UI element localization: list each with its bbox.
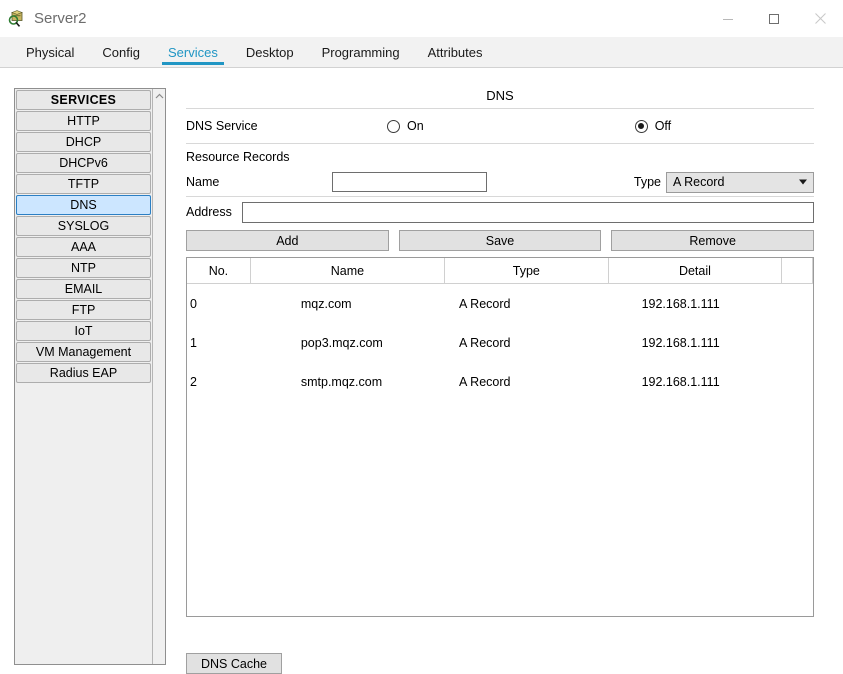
sidebar-item-syslog[interactable]: SYSLOG (16, 216, 151, 236)
records-table-container[interactable]: No. Name Type Detail 0 mqz.com A Record … (186, 257, 814, 617)
radio-checked-icon (634, 119, 648, 133)
tab-programming[interactable]: Programming (308, 37, 414, 67)
dns-service-row: DNS Service On Off (186, 109, 814, 143)
column-header-type[interactable]: Type (444, 258, 609, 284)
table-header-row: No. Name Type Detail (187, 258, 813, 284)
sidebar-item-email[interactable]: EMAIL (16, 279, 151, 299)
cell-type: A Record (459, 374, 511, 389)
close-icon[interactable] (797, 0, 843, 37)
add-button[interactable]: Add (186, 230, 389, 251)
tab-config[interactable]: Config (88, 37, 154, 67)
sidebar-item-tftp[interactable]: TFTP (16, 174, 151, 194)
sidebar-scrollbar[interactable] (152, 89, 165, 664)
type-select[interactable]: A Record (666, 171, 814, 193)
remove-button[interactable]: Remove (611, 230, 815, 251)
address-row: Address (186, 197, 814, 227)
cell-no: 0 (190, 296, 197, 311)
tab-attributes-label: Attributes (427, 44, 483, 60)
cell-type: A Record (459, 296, 511, 311)
dns-service-on-label: On (407, 119, 424, 133)
resource-records-label: Resource Records (186, 150, 290, 164)
dns-service-radio-group: On Off (387, 119, 814, 133)
address-label: Address (186, 205, 232, 219)
chevron-down-icon (799, 179, 807, 185)
chevron-up-icon[interactable] (153, 89, 166, 103)
dns-service-label: DNS Service (186, 119, 258, 133)
cell-detail: 192.168.1.111 (641, 335, 720, 350)
cell-spacer (782, 362, 813, 401)
cell-name: mqz.com (300, 296, 352, 311)
tab-programming-label: Programming (321, 44, 400, 60)
sidebar-item-radius-eap[interactable]: Radius EAP (16, 363, 151, 383)
minimize-icon[interactable] (705, 0, 751, 37)
sidebar-header: SERVICES (16, 90, 151, 110)
tab-desktop-label: Desktop (245, 44, 294, 60)
sidebar-item-aaa[interactable]: AAA (16, 237, 151, 257)
dns-service-on-radio[interactable]: On (387, 119, 424, 133)
dns-cache-button[interactable]: DNS Cache (186, 653, 282, 674)
cell-spacer (782, 323, 813, 362)
sidebar-item-dns[interactable]: DNS (16, 195, 151, 215)
tab-services[interactable]: Services (154, 37, 232, 67)
sidebar-item-http[interactable]: HTTP (16, 111, 151, 131)
tab-physical[interactable]: Physical (12, 37, 88, 67)
records-table: No. Name Type Detail 0 mqz.com A Record … (187, 258, 813, 401)
column-header-name[interactable]: Name (250, 258, 446, 284)
record-action-buttons: Add Save Remove (186, 227, 815, 251)
column-header-detail[interactable]: Detail (608, 258, 783, 284)
tab-services-label: Services (168, 44, 218, 60)
page-title: DNS (486, 88, 514, 103)
tab-attributes[interactable]: Attributes (414, 37, 497, 67)
cell-name: pop3.mqz.com (300, 335, 383, 350)
window-title: Server2 (34, 10, 87, 27)
maximize-icon[interactable] (751, 0, 797, 37)
name-input[interactable] (332, 172, 488, 192)
address-input[interactable] (241, 201, 814, 223)
sidebar-item-ftp[interactable]: FTP (16, 300, 151, 320)
cell-detail: 192.168.1.111 (641, 296, 720, 311)
radio-unchecked-icon (387, 119, 400, 133)
tab-desktop[interactable]: Desktop (232, 37, 308, 67)
sidebar-item-dhcp[interactable]: DHCP (16, 132, 151, 152)
cell-spacer (782, 284, 813, 324)
sidebar-item-vm-management[interactable]: VM Management (16, 342, 151, 362)
cell-no: 2 (190, 374, 197, 389)
server-device-icon (8, 9, 26, 28)
sidebar-item-dhcpv6[interactable]: DHCPv6 (16, 153, 151, 173)
dns-config-panel: DNS DNS Service On Off Resource Records … (186, 88, 815, 665)
save-button[interactable]: Save (398, 230, 602, 251)
cell-name: smtp.mqz.com (300, 374, 383, 389)
tab-physical-label: Physical (26, 44, 75, 60)
window-controls (705, 0, 843, 37)
table-row[interactable]: 1 pop3.mqz.com A Record 192.168.1.111 (187, 323, 813, 362)
tab-bar: Physical Config Services Desktop Program… (0, 37, 843, 68)
cell-detail: 192.168.1.111 (641, 374, 720, 389)
dns-service-off-label: Off (654, 119, 672, 133)
name-row: Name Type A Record (186, 168, 814, 196)
services-sidebar: SERVICES HTTP DHCP DHCPv6 TFTP DNS SYSLO… (14, 88, 166, 665)
type-label: Type (633, 175, 661, 189)
cell-type: A Record (459, 335, 511, 350)
tab-config-label: Config (102, 44, 140, 60)
column-header-no[interactable]: No. (187, 258, 251, 284)
name-label: Name (186, 175, 220, 189)
type-select-value: A Record (673, 175, 725, 189)
table-row[interactable]: 2 smtp.mqz.com A Record 192.168.1.111 (187, 362, 813, 401)
window-titlebar: Server2 (0, 0, 843, 37)
type-field: Type A Record (633, 171, 814, 193)
services-list: SERVICES HTTP DHCP DHCPv6 TFTP DNS SYSLO… (15, 89, 152, 664)
sidebar-item-iot[interactable]: IoT (16, 321, 151, 341)
workspace: SERVICES HTTP DHCP DHCPv6 TFTP DNS SYSLO… (0, 68, 843, 674)
dns-service-off-radio[interactable]: Off (634, 119, 672, 133)
table-row[interactable]: 0 mqz.com A Record 192.168.1.111 (187, 284, 813, 324)
cell-no: 1 (190, 335, 197, 350)
column-header-spacer (781, 258, 813, 284)
sidebar-item-ntp[interactable]: NTP (16, 258, 151, 278)
